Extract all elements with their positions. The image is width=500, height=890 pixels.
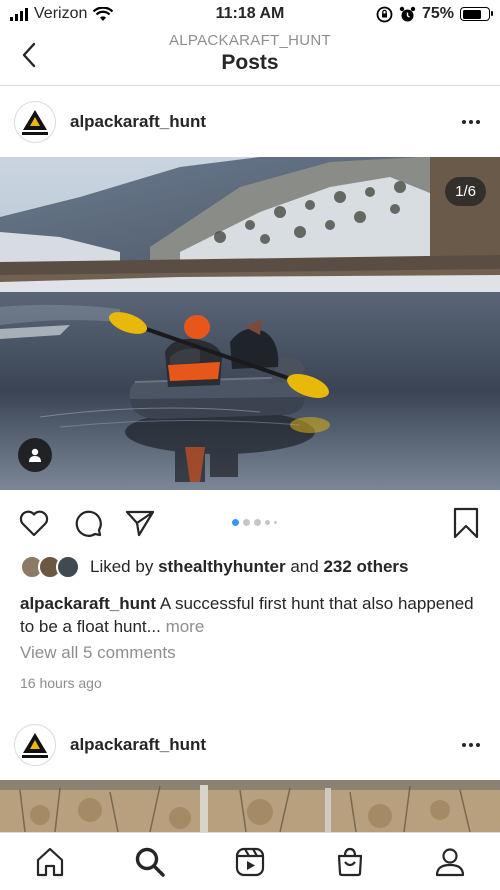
comment-button[interactable] xyxy=(72,507,104,539)
shop-icon xyxy=(337,847,363,876)
bookmark-icon xyxy=(453,507,479,539)
next-post-header: alpackaraft_hunt xyxy=(0,710,500,780)
heart-icon xyxy=(19,510,49,537)
carousel-indicator xyxy=(232,519,277,526)
view-comments-link[interactable]: View all 5 comments xyxy=(20,643,176,663)
alarm-icon xyxy=(399,6,416,21)
likes-row[interactable]: Liked by sthealthyhunter and 232 others xyxy=(20,555,408,579)
more-options-button[interactable] xyxy=(456,114,486,130)
tab-search[interactable] xyxy=(130,842,170,882)
tab-home[interactable] xyxy=(30,842,70,882)
caption: alpackaraft_hunt A successful first hunt… xyxy=(20,592,480,638)
nav-header: ALPACKARAFT_HUNT Posts xyxy=(0,28,500,86)
page-title: Posts xyxy=(221,51,279,74)
battery-percent: 75% xyxy=(421,5,454,22)
home-icon xyxy=(36,847,64,876)
alpacka-logo-icon xyxy=(22,733,48,758)
share-button[interactable] xyxy=(124,507,156,539)
carrier-name: Verizon xyxy=(34,5,88,22)
comment-icon xyxy=(75,510,102,537)
liker-username[interactable]: sthealthyhunter xyxy=(158,557,286,577)
likes-prefix: Liked by xyxy=(90,557,154,576)
post-username[interactable]: alpackaraft_hunt xyxy=(70,112,206,132)
tab-profile[interactable] xyxy=(430,842,470,882)
signal-icon xyxy=(10,7,28,21)
tagged-users-button[interactable] xyxy=(18,438,52,472)
post-actions xyxy=(0,503,500,543)
more-options-button[interactable] xyxy=(456,737,486,753)
tab-shop[interactable] xyxy=(330,842,370,882)
search-icon xyxy=(135,847,165,877)
battery-icon xyxy=(460,7,493,21)
likes-count[interactable]: 232 others xyxy=(323,557,408,577)
liker-avatars xyxy=(20,555,80,579)
send-icon xyxy=(125,510,155,537)
caption-username[interactable]: alpackaraft_hunt xyxy=(20,594,156,613)
back-button[interactable] xyxy=(14,40,44,70)
person-icon xyxy=(29,448,41,462)
status-bar: Verizon 11:18 AM 75% xyxy=(0,0,500,28)
orientation-lock-icon xyxy=(376,6,393,22)
header-account-name: ALPACKARAFT_HUNT xyxy=(168,32,332,49)
status-time: 11:18 AM xyxy=(215,5,285,22)
like-button[interactable] xyxy=(18,507,50,539)
likes-joiner: and xyxy=(290,557,319,576)
media-counter: 1/6 xyxy=(445,177,486,206)
post-photo[interactable]: 1/6 xyxy=(0,157,500,490)
avatar[interactable] xyxy=(14,724,56,766)
bottom-tab-bar xyxy=(0,832,500,890)
avatar[interactable] xyxy=(14,101,56,143)
tab-reels[interactable] xyxy=(230,842,270,882)
post-header: alpackaraft_hunt xyxy=(0,87,500,157)
alpacka-logo-icon xyxy=(22,110,48,135)
profile-icon xyxy=(435,847,465,876)
post-username[interactable]: alpackaraft_hunt xyxy=(70,735,206,755)
post-timestamp: 16 hours ago xyxy=(20,675,102,691)
next-post-photo[interactable] xyxy=(0,780,500,832)
wifi-icon xyxy=(93,6,114,21)
caption-more-link[interactable]: more xyxy=(166,617,205,636)
reels-icon xyxy=(235,847,265,876)
chevron-left-icon xyxy=(22,42,36,68)
save-button[interactable] xyxy=(450,507,482,539)
brush-photo xyxy=(0,780,500,832)
packraft-photo xyxy=(0,157,500,490)
